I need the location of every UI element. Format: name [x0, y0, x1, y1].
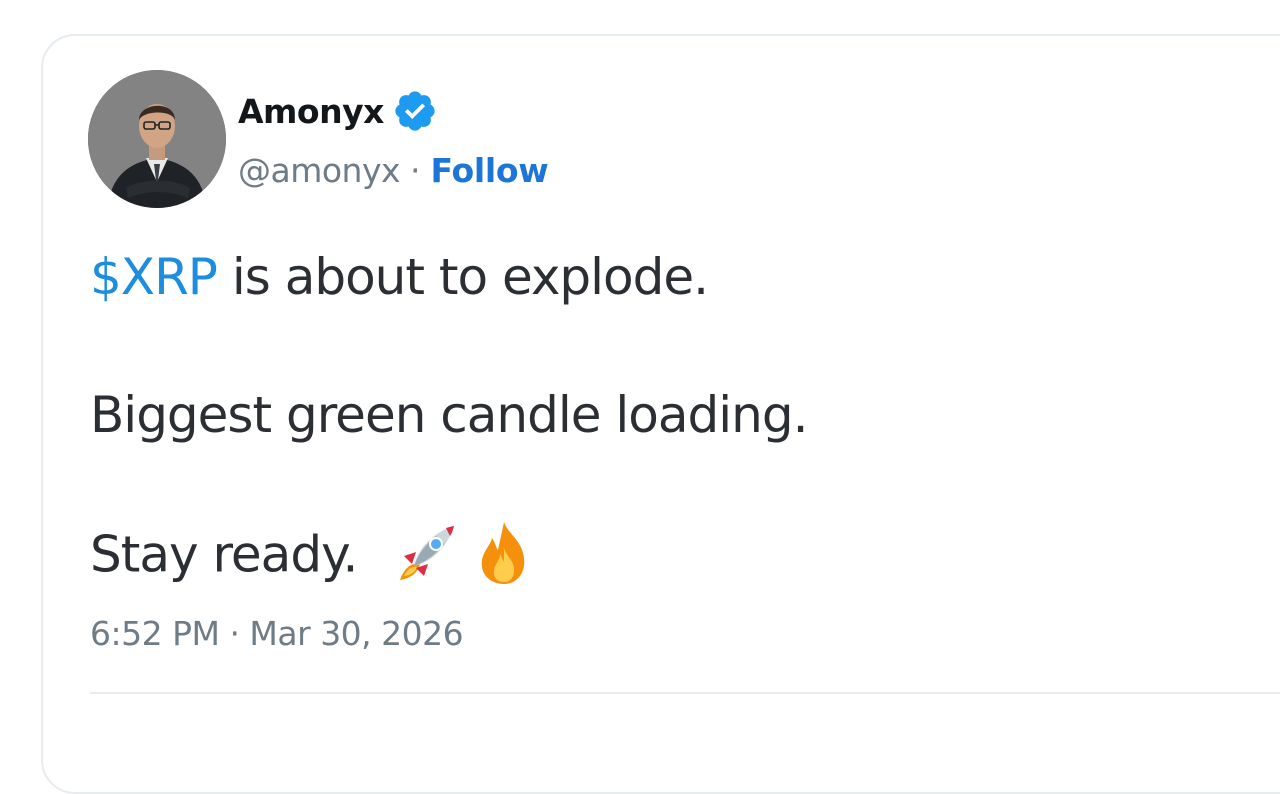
author-name-row: Amonyx — [238, 86, 438, 136]
cashtag-link[interactable]: $XRP — [90, 248, 218, 306]
author-name[interactable]: Amonyx — [238, 92, 384, 131]
tweet-text-line-3-text: Stay ready. — [90, 525, 358, 584]
verified-badge-icon — [392, 88, 438, 134]
tweet-text-line-2: Biggest green candle loading. — [90, 386, 808, 444]
tweet-timestamp[interactable]: 6:52 PM · Mar 30, 2026 — [90, 614, 464, 653]
rocket-emoji-icon — [390, 518, 462, 590]
fire-emoji-icon — [468, 518, 540, 590]
emoji-group — [390, 518, 540, 590]
handle-row: @amonyx · Follow — [238, 146, 549, 194]
divider — [90, 692, 1280, 694]
avatar[interactable] — [88, 70, 226, 208]
author-handle[interactable]: @amonyx — [238, 151, 401, 190]
separator: · — [410, 150, 421, 190]
tweet-text-line-3: Stay ready. — [90, 522, 540, 594]
tweet-text-line-1-rest: is about to explode. — [216, 248, 709, 306]
follow-button[interactable]: Follow — [431, 151, 549, 190]
profile-photo-icon — [88, 70, 226, 208]
tweet-text-line-1: $XRP is about to explode. — [90, 248, 709, 306]
